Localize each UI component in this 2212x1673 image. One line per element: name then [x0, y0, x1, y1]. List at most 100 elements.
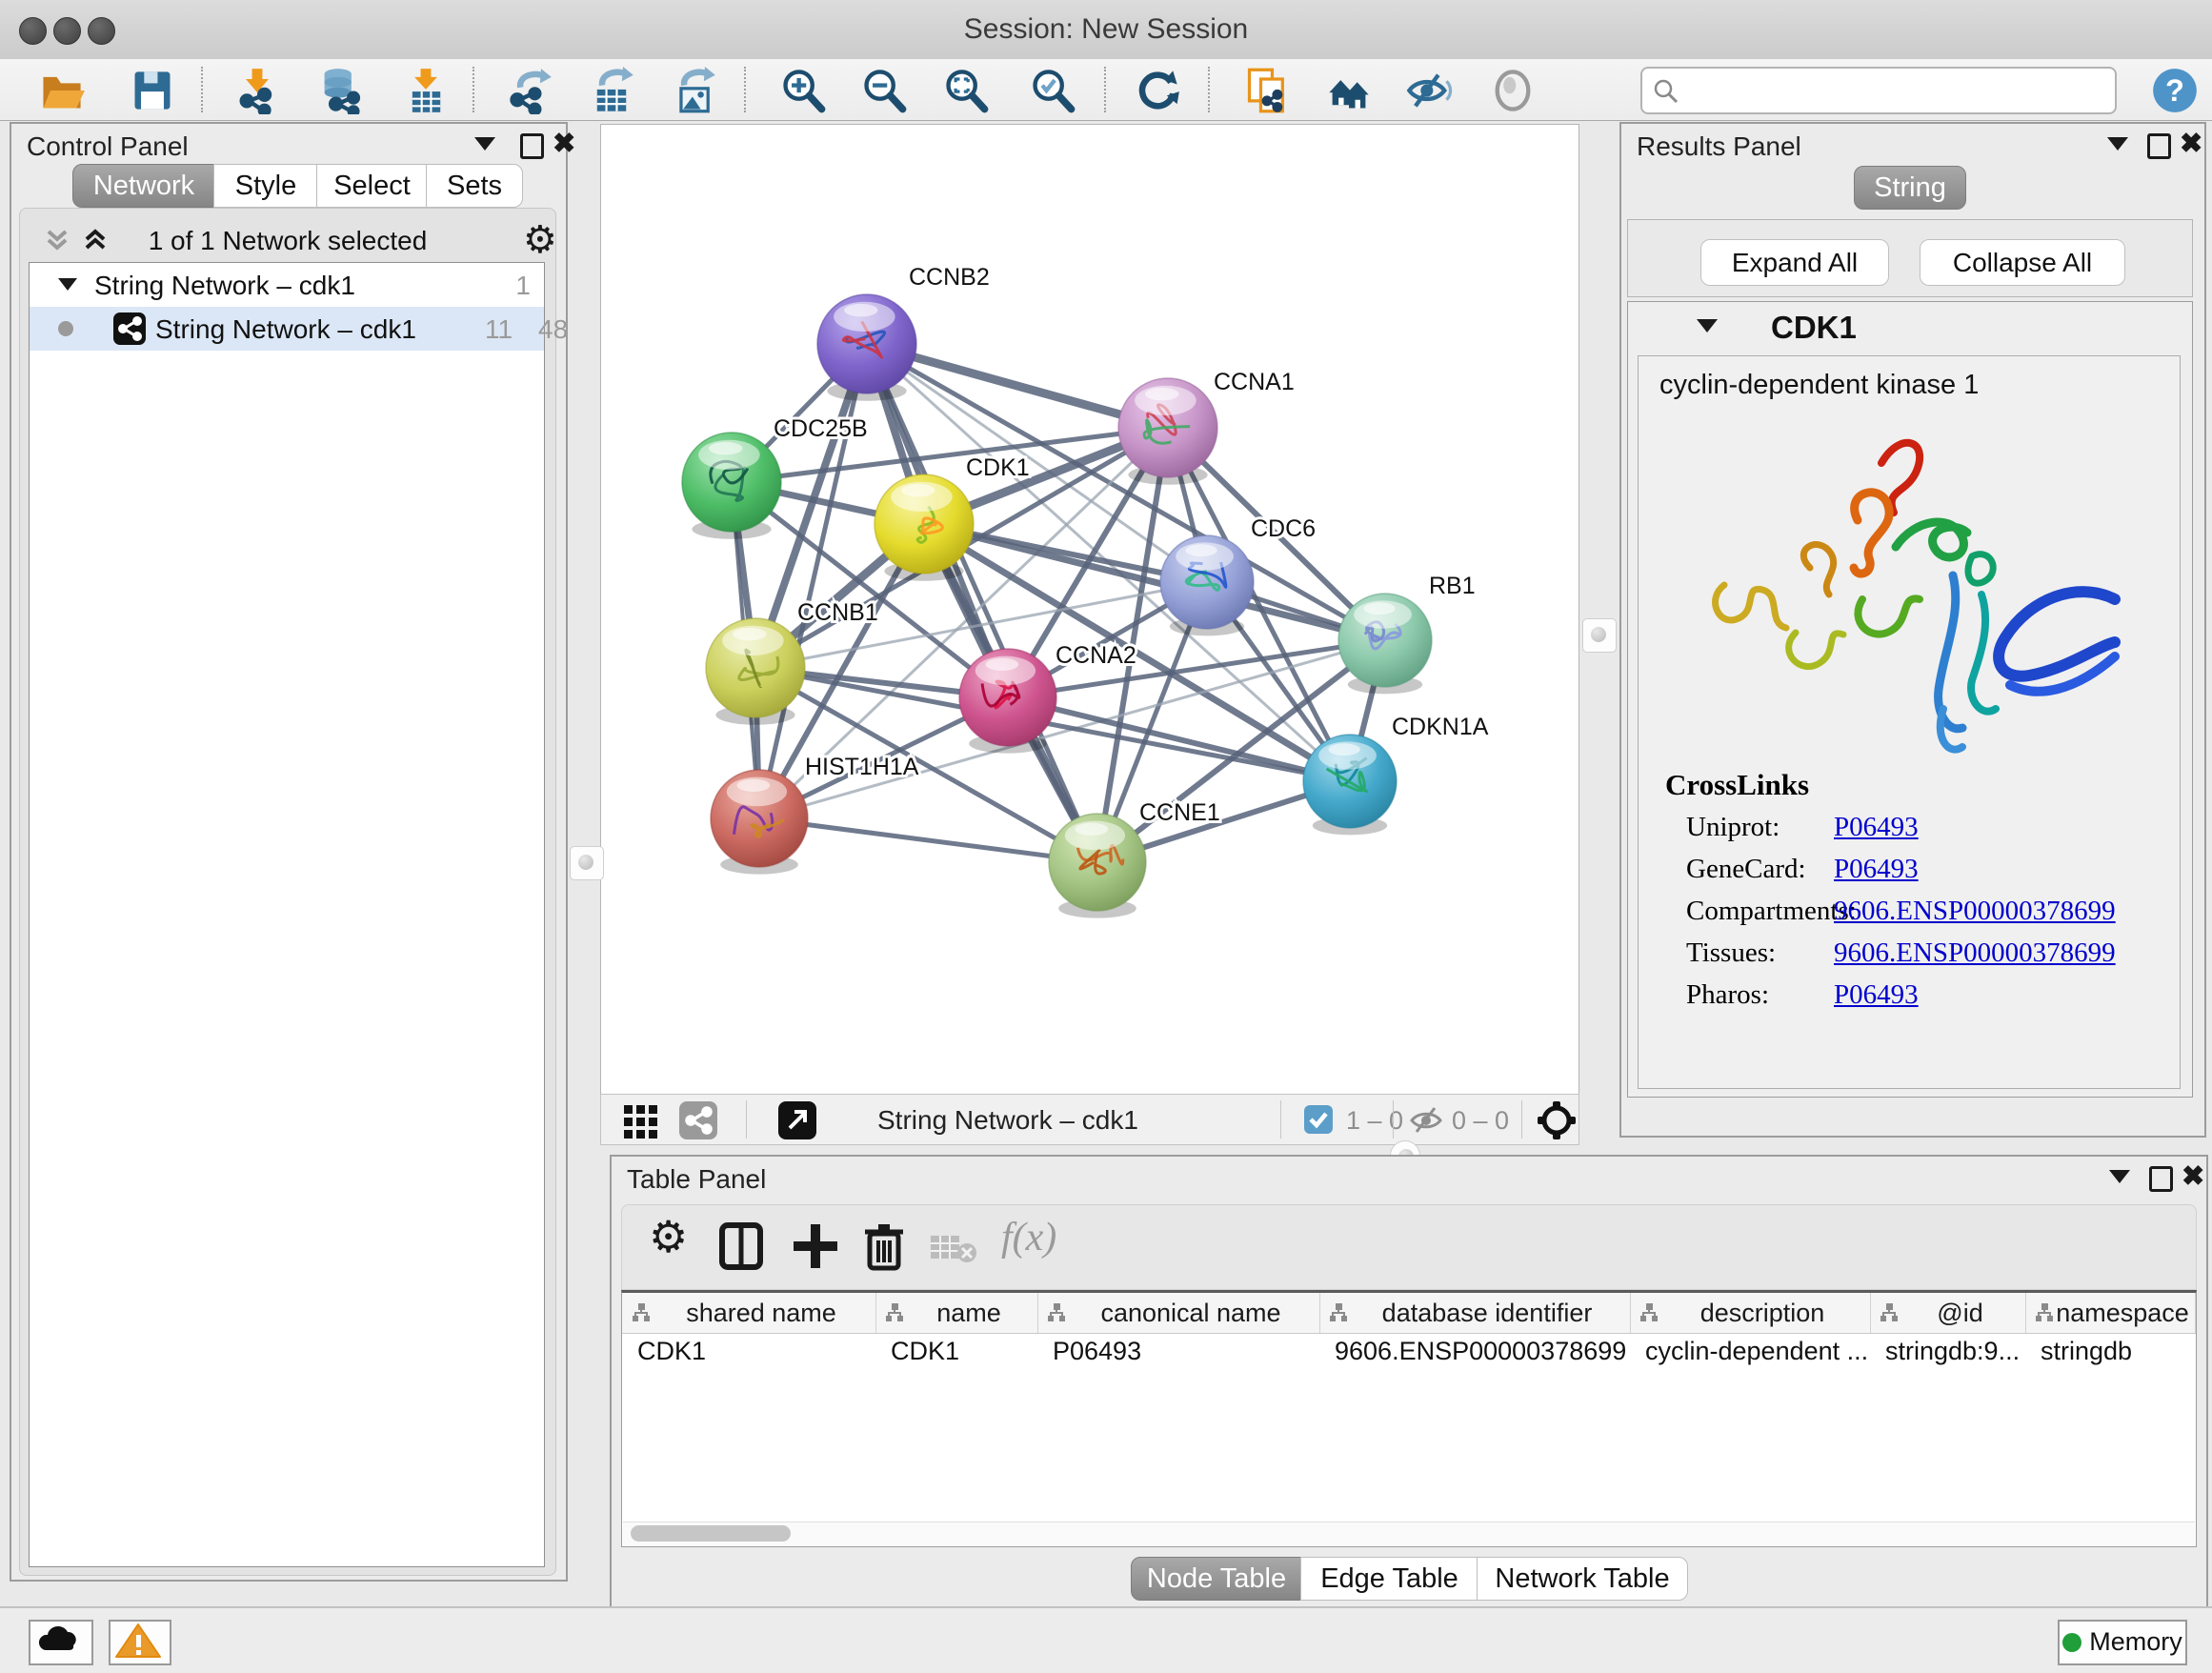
table-cell[interactable]: 9606.ENSP00000378699 [1319, 1337, 1630, 1375]
table-cell[interactable]: stringdb:9... [1870, 1337, 2025, 1375]
table-horizontal-scrollbar[interactable] [623, 1522, 2195, 1545]
export-network-icon[interactable] [506, 67, 553, 114]
show-all-eye-icon[interactable] [1489, 67, 1537, 114]
float-panel-icon[interactable] [2147, 133, 2171, 159]
zoom-selected-icon[interactable] [1029, 67, 1076, 114]
gene-section-header[interactable]: CDK1 [1628, 302, 2192, 352]
collapse-tree-icon[interactable] [58, 278, 77, 291]
help-icon[interactable]: ? [2151, 67, 2199, 114]
collapse-all-button[interactable]: Collapse All [1920, 239, 2125, 286]
network-node-CDKN1A[interactable]: CDKN1A [1303, 714, 1489, 835]
left-splitter-handle[interactable] [570, 846, 604, 880]
string-network-graph[interactable]: CCNB2CCNA1CDC25BCDK1CDC6RB1CCNB1CCNA2CDK… [601, 125, 1577, 1093]
open-external-icon[interactable] [778, 1101, 816, 1139]
edge-count: 48 [538, 314, 568, 345]
node-table[interactable]: shared namenamecanonical namedatabase id… [621, 1290, 2197, 1547]
protein-structure-image [1667, 413, 2153, 756]
string-app-icon [113, 312, 146, 345]
float-menu-icon[interactable] [474, 137, 495, 151]
table-cell[interactable]: cyclin-dependent ... [1630, 1337, 1870, 1375]
table-settings-gear-icon[interactable]: ⚙ [649, 1211, 688, 1262]
network-snapshot-icon[interactable] [1243, 67, 1291, 114]
string-view-icon[interactable] [679, 1101, 717, 1139]
gene-details-box: cyclin-dependent kinase 1 [1638, 355, 2181, 1089]
close-panel-icon[interactable]: ✖ [2180, 133, 2202, 154]
network-node-CDC25B[interactable]: CDC25B [682, 415, 868, 539]
cloud-status-button[interactable] [29, 1620, 93, 1665]
edge-HIST1H1A-CCNE1[interactable] [759, 818, 1097, 862]
table-cell[interactable]: P06493 [1037, 1337, 1319, 1375]
float-panel-icon[interactable] [520, 133, 544, 159]
table-cell[interactable]: CDK1 [622, 1337, 875, 1375]
zoom-out-icon[interactable] [860, 67, 908, 114]
save-session-icon[interactable] [129, 67, 176, 114]
show-columns-icon[interactable] [717, 1220, 765, 1272]
grid-view-icon[interactable] [622, 1101, 660, 1139]
toolbar-separator [473, 67, 474, 112]
float-menu-icon[interactable] [2107, 137, 2128, 151]
column-header-description[interactable]: description [1630, 1293, 1871, 1333]
column-header-name[interactable]: name [875, 1293, 1038, 1333]
home-icon[interactable] [1325, 67, 1373, 114]
memory-button[interactable]: Memory [2058, 1620, 2187, 1665]
collapse-gene-icon[interactable] [1697, 319, 1718, 333]
tab-network-table[interactable]: Network Table [1477, 1557, 1688, 1601]
network-node-HIST1H1A[interactable]: HIST1H1A [711, 754, 919, 875]
tab-string[interactable]: String [1854, 166, 1966, 210]
network-node-CCNB2[interactable]: CCNB2 [817, 264, 990, 401]
node-label-CDKN1A: CDKN1A [1392, 714, 1489, 740]
column-header-@id[interactable]: @id [1870, 1293, 2026, 1333]
gear-icon[interactable]: ⚙ [523, 218, 557, 262]
scrollbar-thumb[interactable] [631, 1525, 791, 1542]
delete-column-trash-icon[interactable] [862, 1220, 906, 1272]
add-column-icon[interactable] [792, 1220, 839, 1272]
node-label-CCNA1: CCNA1 [1214, 369, 1295, 395]
import-table-icon[interactable] [402, 67, 450, 114]
column-header-database-identifier[interactable]: database identifier [1319, 1293, 1631, 1333]
close-panel-icon[interactable]: ✖ [553, 133, 575, 154]
table-cell[interactable]: CDK1 [875, 1337, 1037, 1375]
crosslink-value-link[interactable]: 9606.ENSP00000378699 [1834, 896, 2116, 927]
network-row[interactable]: String Network – cdk1 11 48 [30, 307, 544, 351]
warning-button[interactable] [109, 1620, 171, 1665]
right-splitter-handle[interactable] [1582, 618, 1617, 653]
expand-all-button[interactable]: Expand All [1700, 239, 1889, 286]
birdseye-crosshair-icon[interactable] [1537, 1100, 1577, 1140]
column-header-canonical-name[interactable]: canonical name [1037, 1293, 1320, 1333]
results-panel-title: Results Panel [1637, 131, 1801, 162]
crosslink-value-link[interactable]: P06493 [1834, 854, 1919, 885]
export-image-icon[interactable] [670, 67, 717, 114]
open-session-icon[interactable] [38, 67, 86, 114]
refresh-icon[interactable] [1134, 67, 1181, 114]
tab-select[interactable]: Select [316, 164, 428, 208]
zoom-in-icon[interactable] [779, 67, 827, 114]
export-table-icon[interactable] [588, 67, 635, 114]
column-header-shared-name[interactable]: shared name [622, 1293, 876, 1333]
network-collection-row[interactable]: String Network – cdk1 1 [30, 263, 544, 307]
crosslink-value-link[interactable]: 9606.ENSP00000378699 [1834, 937, 2116, 969]
tab-sets[interactable]: Sets [426, 164, 523, 208]
function-builder-icon: f(x) [1001, 1215, 1056, 1260]
tab-edge-table[interactable]: Edge Table [1300, 1557, 1478, 1601]
network-node-RB1[interactable]: RB1 [1338, 573, 1476, 694]
crosslink-value-link[interactable]: P06493 [1834, 812, 1919, 843]
float-panel-icon[interactable] [2149, 1166, 2173, 1192]
import-network-file-icon[interactable] [233, 67, 281, 114]
float-menu-icon[interactable] [2109, 1170, 2130, 1183]
network-node-CDK1[interactable]: CDK1 [875, 454, 1030, 581]
import-network-database-icon[interactable] [317, 67, 365, 114]
tab-style[interactable]: Style [213, 164, 318, 208]
column-header-namespace[interactable]: namespace [2025, 1293, 2196, 1333]
network-canvas[interactable]: CCNB2CCNA1CDC25BCDK1CDC6RB1CCNB1CCNA2CDK… [600, 124, 1579, 1096]
hide-selected-eye-icon[interactable] [1405, 67, 1453, 114]
search-input[interactable] [1640, 67, 2117, 114]
network-node-CCNB1[interactable]: CCNB1 [706, 599, 878, 725]
table-cell[interactable]: stringdb [2025, 1337, 2195, 1375]
close-panel-icon[interactable]: ✖ [2182, 1166, 2204, 1187]
table-tabs: Node TableEdge TableNetwork Table [612, 1557, 2206, 1601]
crosslink-value-link[interactable]: P06493 [1834, 979, 1919, 1011]
tab-network[interactable]: Network [72, 164, 215, 208]
tab-node-table[interactable]: Node Table [1131, 1557, 1302, 1601]
selected-checkbox[interactable] [1304, 1105, 1333, 1134]
zoom-fit-icon[interactable] [942, 67, 990, 114]
